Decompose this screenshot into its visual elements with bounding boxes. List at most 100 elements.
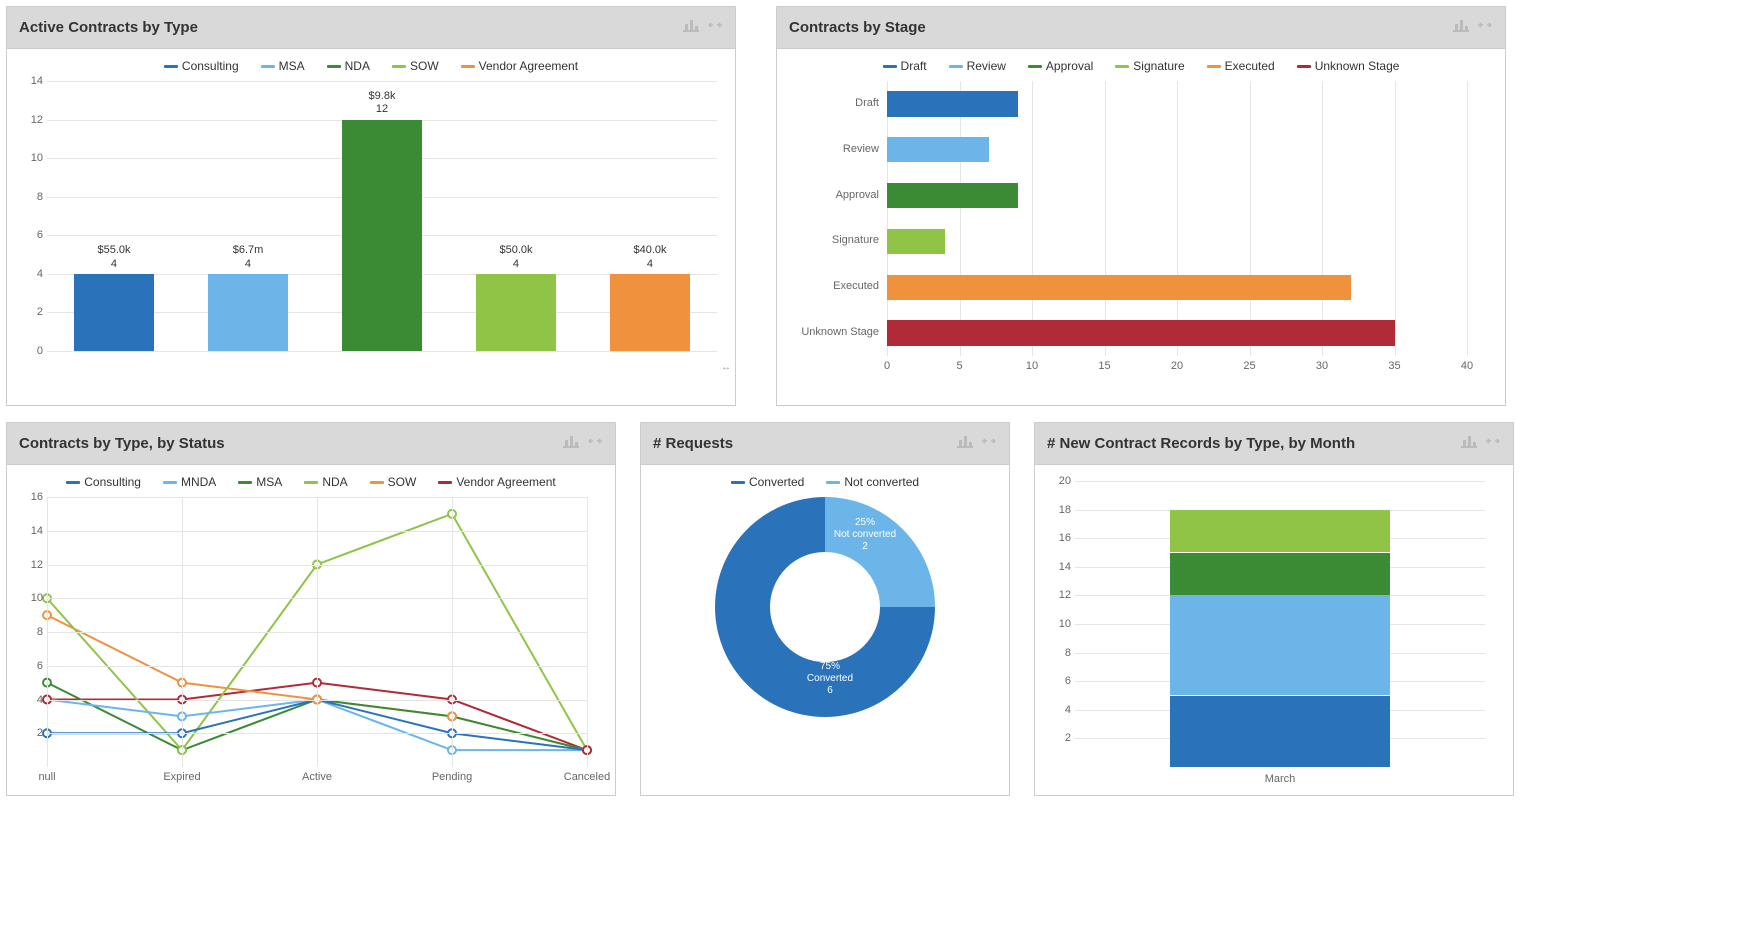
- panel-active-contracts-by-type: Active Contracts by Type Consulting MSA ND…: [6, 6, 736, 406]
- legend-item[interactable]: Review: [949, 59, 1006, 73]
- legend-item[interactable]: MNDA: [163, 475, 216, 489]
- slice-label-not-converted: 25% Not converted 2: [830, 517, 900, 553]
- legend-swatch: [438, 481, 452, 484]
- legend-item[interactable]: Converted: [731, 475, 804, 489]
- count: 6: [827, 685, 833, 696]
- bar-segment[interactable]: [1170, 510, 1390, 553]
- legend-item[interactable]: Vendor Agreement: [461, 59, 578, 73]
- x-category-label: Expired: [152, 771, 212, 783]
- pct: 75: [820, 661, 831, 672]
- y-tick-label: 2: [17, 727, 43, 739]
- bar-segment[interactable]: [1170, 553, 1390, 596]
- legend-item[interactable]: Draft: [883, 59, 927, 73]
- legend-label: Converted: [749, 475, 804, 489]
- resize-handle-icon[interactable]: ↔: [721, 362, 731, 373]
- stacked-bar-chart: 2468101214161820March: [1045, 481, 1503, 791]
- panel-title: # New Contract Records by Type, by Month: [1047, 435, 1355, 452]
- bar[interactable]: [887, 91, 1018, 116]
- bar[interactable]: [74, 274, 154, 351]
- legend-item[interactable]: Consulting: [164, 59, 239, 73]
- line-chart: 246810121416nullExpiredActivePendingCanc…: [17, 497, 605, 787]
- legend-label: Consulting: [182, 59, 239, 73]
- panel-body: ConsultingMSANDASOWVendor Agreement 0246…: [7, 49, 735, 375]
- chart-icon[interactable]: [683, 18, 699, 37]
- legend-label: SOW: [388, 475, 417, 489]
- panel-title: # Requests: [653, 435, 733, 452]
- bar[interactable]: [887, 137, 989, 162]
- legend-label: Executed: [1225, 59, 1275, 73]
- legend-swatch: [883, 65, 897, 68]
- legend-swatch: [261, 65, 275, 68]
- legend-swatch: [327, 65, 341, 68]
- legend-item[interactable]: Unknown Stage: [1297, 59, 1400, 73]
- y-tick-label: 6: [17, 660, 43, 672]
- bar[interactable]: [887, 183, 1018, 208]
- y-tick-label: 2: [17, 306, 43, 318]
- x-tick-label: 40: [1457, 360, 1477, 372]
- chart-legend: Draft Review Approval Signature Executed Unkn…: [787, 59, 1495, 73]
- y-tick-label: 16: [17, 491, 43, 503]
- legend-item[interactable]: Executed: [1207, 59, 1275, 73]
- legend-item[interactable]: Not converted: [826, 475, 919, 489]
- legend-swatch: [392, 65, 406, 68]
- chart-legend: Consulting MNDA MSA NDA SOW Vendor Agreement: [17, 475, 605, 489]
- legend-swatch: [826, 481, 840, 484]
- bar[interactable]: [476, 274, 556, 351]
- legend-swatch: [66, 481, 80, 484]
- bar[interactable]: [342, 120, 422, 351]
- x-tick-label: 5: [950, 360, 970, 372]
- legend-item[interactable]: NDA: [304, 475, 347, 489]
- bar[interactable]: [208, 274, 288, 351]
- chart-icon[interactable]: [957, 434, 973, 453]
- y-category-label: Unknown Stage: [787, 326, 879, 338]
- panel-header: Contracts by Type, by Status: [7, 423, 615, 465]
- panel-header: # Requests: [641, 423, 1009, 465]
- legend-item[interactable]: Signature: [1115, 59, 1184, 73]
- y-category-label: Review: [787, 143, 879, 155]
- expand-icon[interactable]: [1485, 434, 1501, 453]
- bar-segment[interactable]: [1170, 595, 1390, 695]
- expand-icon[interactable]: [587, 434, 603, 453]
- expand-icon[interactable]: [707, 18, 723, 37]
- expand-icon[interactable]: [1477, 18, 1493, 37]
- legend-label: Not converted: [844, 475, 919, 489]
- x-category-label: Pending: [422, 771, 482, 783]
- legend-item[interactable]: MSA: [261, 59, 305, 73]
- slice-label-converted: 75% Converted 6: [795, 661, 865, 697]
- panel-header: Active Contracts by Type: [7, 7, 735, 49]
- y-tick-label: 18: [1045, 504, 1071, 516]
- panel-title: Contracts by Stage: [789, 19, 926, 36]
- chart-icon[interactable]: [1453, 18, 1469, 37]
- legend-item[interactable]: MSA: [238, 475, 282, 489]
- legend-item[interactable]: Consulting: [66, 475, 141, 489]
- bar-value-label: $55.0k4: [74, 244, 154, 272]
- legend-swatch: [1028, 65, 1042, 68]
- legend-item[interactable]: Approval: [1028, 59, 1093, 73]
- chart-legend: Consulting MSA NDA SOW Vendor Agreement: [17, 59, 725, 73]
- legend-label: Vendor Agreement: [479, 59, 578, 73]
- panel-contracts-by-stage: Contracts by Stage Draft Review Approval Si…: [776, 6, 1506, 406]
- legend-item[interactable]: SOW: [370, 475, 417, 489]
- y-tick-label: 4: [17, 268, 43, 280]
- panel-title: Active Contracts by Type: [19, 19, 198, 36]
- y-tick-label: 10: [1045, 618, 1071, 630]
- y-tick-label: 4: [1045, 704, 1071, 716]
- legend-item[interactable]: Vendor Agreement: [438, 475, 555, 489]
- bar[interactable]: [887, 229, 945, 254]
- panel-requests: # Requests Converted Not converted 25% No…: [640, 422, 1010, 796]
- panel-header: # New Contract Records by Type, by Month: [1035, 423, 1513, 465]
- legend-label: Draft: [901, 59, 927, 73]
- bar-segment[interactable]: [1170, 696, 1390, 768]
- chart-icon[interactable]: [563, 434, 579, 453]
- x-tick-label: 10: [1022, 360, 1042, 372]
- legend-item[interactable]: SOW: [392, 59, 439, 73]
- y-tick-label: 16: [1045, 532, 1071, 544]
- chart-icon[interactable]: [1461, 434, 1477, 453]
- legend-item[interactable]: NDA: [327, 59, 370, 73]
- bar[interactable]: [887, 275, 1351, 300]
- pct: 25: [855, 517, 866, 528]
- bar[interactable]: [887, 320, 1395, 345]
- expand-icon[interactable]: [981, 434, 997, 453]
- legend-swatch: [1207, 65, 1221, 68]
- bar[interactable]: [610, 274, 690, 351]
